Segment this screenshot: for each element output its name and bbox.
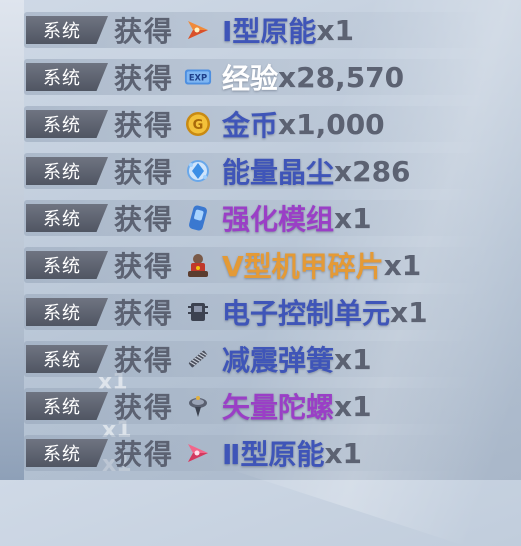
energy-core-icon [184, 439, 212, 467]
system-tag: 系统 [26, 110, 108, 138]
log-entry: 系统 获得 V型机甲碎片 x1 [24, 244, 521, 286]
verb-label: 获得 [114, 344, 175, 377]
verb-label: 获得 [114, 156, 175, 189]
system-tag: 系统 [26, 16, 108, 44]
item-name: 金币 [222, 109, 279, 142]
log-entry: 系统 获得 电子控制单元 x1 [24, 291, 521, 333]
item-quantity: x286 [334, 154, 411, 188]
item-quantity: x1 [390, 295, 428, 329]
system-tag-label: 系统 [43, 21, 81, 42]
item-name: 矢量陀螺 [222, 391, 335, 424]
verb-label: 获得 [114, 62, 175, 95]
item-name: 电子控制单元 [222, 297, 391, 330]
log-entry: 系统 获得 G 金币 x1,000 [24, 103, 521, 145]
module-icon [184, 204, 212, 232]
system-tag: 系统 [26, 298, 108, 326]
item-quantity: x1,000 [278, 107, 385, 141]
item-name: Ⅱ型原能 [222, 438, 325, 471]
system-tag-label: 系统 [43, 256, 81, 277]
item-quantity: x28,570 [278, 60, 405, 94]
log-entry: 系统 获得 减震弹簧 x1 [24, 338, 521, 380]
verb-label: 获得 [114, 297, 175, 330]
system-tag-label: 系统 [43, 350, 81, 371]
system-tag-label: 系统 [43, 444, 81, 465]
log-entry: 系统 获得 能量晶尘 x286 [24, 150, 521, 192]
gold-coin-icon: G [184, 110, 212, 138]
system-tag-label: 系统 [43, 162, 81, 183]
system-tag: 系统 [26, 251, 108, 279]
svg-text:EXP: EXP [189, 73, 207, 83]
system-tag-label: 系统 [43, 209, 81, 230]
item-quantity: x1 [334, 342, 372, 376]
log-entry: 系统 获得 强化模组 x1 [24, 197, 521, 239]
control-unit-icon [184, 298, 212, 326]
log-entry: 系统 获得 EXP 经验 x28,570 [24, 56, 521, 98]
energy-core-icon [184, 16, 212, 44]
item-name: 经验 [222, 62, 279, 95]
item-quantity: x1 [383, 248, 422, 282]
item-name: Ⅰ型原能 [222, 15, 317, 48]
system-tag: 系统 [26, 157, 108, 185]
system-tag-label: 系统 [43, 68, 81, 89]
verb-label: 获得 [114, 391, 175, 424]
item-quantity: x1 [316, 13, 354, 47]
item-name: 减震弹簧 [222, 344, 335, 377]
mech-fragment-icon [184, 251, 212, 279]
gyroscope-icon [184, 392, 212, 420]
crystal-dust-icon [184, 157, 212, 185]
log-entry: 系统 获得 矢量陀螺 x1 [24, 385, 521, 427]
spring-icon [184, 345, 212, 373]
background-left-panel [0, 0, 24, 480]
svg-text:G: G [193, 118, 204, 133]
system-tag: 系统 [26, 63, 108, 91]
item-quantity: x1 [334, 389, 372, 423]
verb-label: 获得 [114, 250, 175, 283]
system-tag: 系统 [26, 345, 108, 373]
item-name: V型机甲碎片 [222, 250, 384, 283]
system-tag-label: 系统 [43, 303, 81, 324]
log-entry: 系统 获得 Ⅰ型原能 x1 [24, 9, 521, 51]
verb-label: 获得 [114, 109, 175, 142]
exp-icon: EXP [184, 63, 212, 91]
verb-label: 获得 [114, 438, 175, 471]
system-tag-label: 系统 [43, 115, 81, 136]
item-name: 能量晶尘 [222, 156, 335, 189]
item-quantity: x1 [324, 436, 363, 470]
verb-label: 获得 [114, 15, 175, 48]
item-quantity: x1 [334, 201, 372, 235]
item-name: 强化模组 [222, 203, 335, 236]
system-tag: 系统 [26, 439, 108, 467]
verb-label: 获得 [114, 203, 175, 236]
log-entry: 系统 获得 Ⅱ型原能 x1 [24, 432, 521, 474]
system-tag: 系统 [26, 392, 108, 420]
system-tag-label: 系统 [43, 397, 81, 418]
system-tag: 系统 [26, 204, 108, 232]
